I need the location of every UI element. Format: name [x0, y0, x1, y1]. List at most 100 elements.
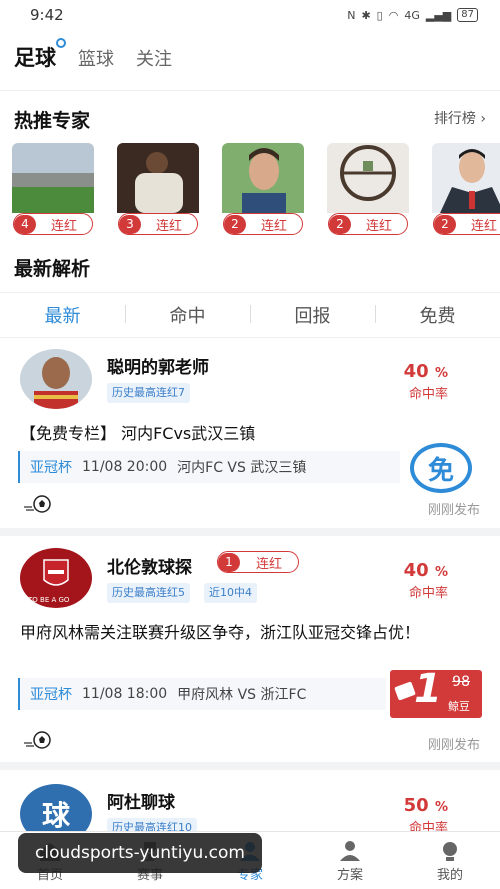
streak-badge: 4 连红 — [13, 213, 93, 235]
analysis-section-title: 最新解析 — [14, 258, 91, 280]
post-title[interactable]: 甲府风林需关注联赛升级区争夺，浙江队亚冠交锋占优！ — [20, 620, 485, 645]
hit-rate-label: 命中率 — [408, 387, 448, 402]
tab-football-label: 足球 — [14, 46, 56, 70]
streak-count: 2 — [224, 214, 246, 234]
nav-mine-label: 我的 — [436, 868, 463, 883]
hit-rate-value: 50 % — [404, 795, 448, 816]
streak-badge: 2 连红 — [433, 213, 500, 235]
network-label: 4G — [404, 8, 420, 22]
avatar[interactable] — [20, 349, 92, 409]
hit-rate-value: 40 % — [404, 560, 448, 581]
filter-tab-hit[interactable]: 命中 — [125, 302, 250, 328]
match-info[interactable]: 亚冠杯 11/08 20:00 河内FC VS 武汉三镇 — [18, 451, 400, 483]
tab-following[interactable]: 关注 — [136, 45, 172, 71]
match-datetime: 11/08 18:00 — [82, 686, 168, 702]
expert-card[interactable]: 3 连红 — [117, 143, 199, 237]
streak-label: 连红 — [470, 218, 497, 234]
expert-card[interactable]: 2 连红 — [432, 143, 500, 237]
profile-icon — [443, 842, 457, 861]
tab-basketball[interactable]: 篮球 — [78, 45, 114, 71]
streak-label: 连红 — [155, 218, 182, 234]
signal-icon: ▂▄▆ — [425, 8, 452, 22]
vibrate-icon: ▯ — [376, 8, 383, 22]
avatar-photo — [20, 349, 92, 409]
history-streak-tag: 历史最高连红7 — [107, 383, 190, 403]
post-title[interactable]: 【免费专栏】 河内FCvs武汉三镇 — [20, 421, 485, 446]
nav-plans[interactable]: 方案 — [300, 832, 400, 889]
leaderboard-label: 排行榜 — [433, 111, 476, 127]
bluetooth-icon: ✱ — [361, 8, 371, 22]
tab-football[interactable]: 足球 — [14, 38, 66, 72]
streak-badge: 2 连红 — [223, 213, 303, 235]
streak-label: 连红 — [50, 218, 77, 234]
watermark: cloudsports-yuntiyu.com — [18, 833, 262, 873]
leaderboard-link[interactable]: 排行榜 › — [434, 108, 486, 128]
status-icons: N ✱ ▯ ◠ 4G ▂▄▆ 87 — [347, 8, 478, 22]
status-bar: 9:42 N ✱ ▯ ◠ 4G ▂▄▆ 87 — [0, 0, 500, 30]
hit-rate-unit: % — [434, 565, 448, 580]
person-icon — [340, 841, 360, 861]
hit-rate-unit: % — [434, 366, 448, 381]
streak-count: 2 — [434, 214, 456, 234]
price-original: 98 — [452, 674, 470, 690]
football-icon — [24, 495, 51, 513]
price-current: 1 — [414, 666, 442, 712]
filter-tab-latest[interactable]: 最新 — [0, 302, 125, 328]
streak-badge: 1 连红 — [217, 551, 299, 573]
match-teams: 甲府风林 VS 浙江FC — [177, 687, 307, 703]
history-streak-tag: 历史最高连红5 — [107, 583, 190, 603]
nfc-icon: N — [347, 8, 356, 22]
match-info[interactable]: 亚冠杯 11/08 18:00 甲府风林 VS 浙江FC — [18, 678, 386, 710]
hit-rate-number: 40 — [403, 361, 429, 382]
match-league: 亚冠杯 — [30, 460, 72, 476]
expert-photo-player — [222, 143, 304, 213]
author-name[interactable]: 聪明的郭老师 — [107, 353, 209, 378]
publish-time: 刚刚发布 — [427, 738, 480, 753]
chevron-right-icon: › — [480, 111, 486, 127]
wifi-icon: ◠ — [388, 8, 399, 22]
hit-rate-number: 40 — [403, 560, 429, 581]
match-teams: 河内FC VS 武汉三镇 — [177, 460, 307, 476]
filter-tab-return[interactable]: 回报 — [250, 302, 375, 328]
author-name[interactable]: 阿杜聊球 — [107, 788, 175, 813]
recent-record-tag: 近10中4 — [204, 583, 257, 603]
expert-photo-man-suit — [432, 143, 500, 213]
post-separator — [0, 528, 500, 536]
header-divider — [0, 90, 500, 91]
price-unit: 鲸豆 — [448, 700, 470, 713]
experts-section-title: 热推专家 — [14, 110, 91, 132]
match-datetime: 11/08 20:00 — [82, 459, 168, 475]
nav-mine[interactable]: 我的 — [400, 832, 500, 889]
avatar-caption: TO BE A GO — [28, 596, 70, 604]
hit-rate-label: 命中率 — [408, 586, 448, 601]
football-icon — [24, 731, 51, 749]
sport-tabs: 足球 篮球 关注 — [14, 38, 172, 72]
streak-label: 连红 — [255, 556, 282, 572]
analysis-post[interactable]: TO BE A GO 北伦敦球探 1 连红 历史最高连红5 近10中4 40 %… — [0, 536, 500, 762]
expert-card[interactable]: 4 连红 — [12, 143, 94, 237]
post-separator — [0, 762, 500, 770]
author-name[interactable]: 北伦敦球探 — [107, 553, 192, 578]
avatar[interactable]: TO BE A GO — [20, 548, 92, 608]
status-time: 9:42 — [30, 6, 64, 24]
hit-rate-value: 40 % — [404, 361, 448, 382]
filter-tabs: 最新 命中 回报 免费 — [0, 292, 500, 338]
expert-card[interactable]: 2 连红 — [222, 143, 304, 237]
expert-carousel[interactable]: 4 连红 3 连红 2 连红 2 连红 2 连红 — [12, 143, 500, 239]
expert-card[interactable]: 2 连红 — [327, 143, 409, 237]
coupon-icon — [394, 681, 416, 701]
streak-count: 1 — [218, 552, 240, 572]
expert-photo-people — [117, 143, 199, 213]
nav-plans-label: 方案 — [336, 868, 363, 883]
analysis-post[interactable]: 球 阿杜聊球 历史最高连红10 50 % 命中率 — [0, 770, 500, 844]
hit-rate-unit: % — [434, 800, 448, 815]
expert-photo-shelf — [327, 143, 409, 213]
battery-icon: 87 — [457, 8, 478, 22]
analysis-post[interactable]: 聪明的郭老师 历史最高连红7 40 % 命中率 【免费专栏】 河内FCvs武汉三… — [0, 339, 500, 528]
filter-tab-free[interactable]: 免费 — [375, 302, 500, 328]
price-button[interactable]: 1 98 鲸豆 — [390, 666, 482, 718]
app-screen: 9:42 N ✱ ▯ ◠ 4G ▂▄▆ 87 足球 篮球 关注 热推专家 排行榜… — [0, 0, 500, 889]
match-league: 亚冠杯 — [30, 687, 72, 703]
publish-time: 刚刚发布 — [427, 503, 480, 518]
active-dot-icon — [56, 38, 66, 48]
